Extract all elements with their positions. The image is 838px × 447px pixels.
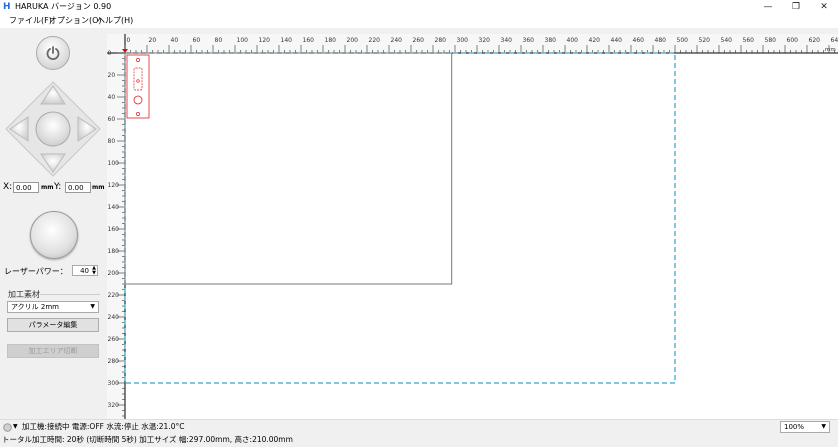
y-tick-label: 60	[108, 116, 116, 123]
maximize-button[interactable]: ❐	[782, 0, 810, 14]
y-tick-label: 220	[108, 292, 120, 299]
group-divider	[40, 294, 100, 295]
menu-options[interactable]: オプション(O)	[49, 16, 102, 26]
x-tick-label: 320	[479, 37, 491, 44]
y-tick-label: 260	[108, 336, 120, 343]
y-tick-label: 40	[108, 94, 116, 101]
chevron-down-icon: ▼	[90, 303, 95, 310]
canvas-area[interactable]: 0 20 40 60 80 100 120 140 160 180 200 220 240 260 280 3…	[107, 34, 838, 419]
app-icon: H	[3, 2, 11, 12]
window-title: HARUKA バージョン 0.90	[15, 2, 112, 11]
y-tick-label: 300	[108, 380, 120, 387]
y-tick-label: 100	[108, 160, 120, 167]
x-tick-label: 480	[655, 37, 667, 44]
x-tick-label: 160	[303, 37, 315, 44]
laser-power-stepper[interactable]: 40 ▲ ▼	[72, 265, 98, 276]
x-tick-label: 280	[435, 37, 447, 44]
chevron-down-icon[interactable]: ▼	[13, 423, 18, 430]
close-button[interactable]: ✕	[810, 0, 838, 14]
material-select[interactable]: アクリル 2mm ▼	[7, 301, 99, 313]
cut-area-button[interactable]: 加工エリア切断	[7, 344, 99, 358]
material-selected: アクリル 2mm	[11, 303, 59, 311]
work-canvas[interactable]: 0 20 40 60 80 100 120 140 160 180 200 220 240 260 280 3…	[107, 34, 838, 419]
machine-status: 加工機:接続中 電源:OFF 水流:停止 水温:21.0°C	[22, 422, 185, 431]
y-position-input[interactable]	[65, 182, 91, 193]
x-tick-label: 580	[765, 37, 777, 44]
menu-bar: ファイル(F) オプション(O) ヘルプ(H)	[0, 14, 838, 28]
ruler-unit: mm	[825, 47, 836, 53]
y-tick-label: 160	[108, 226, 120, 233]
y-tick-label: 180	[108, 248, 120, 255]
menu-help[interactable]: ヘルプ(H)	[97, 16, 133, 26]
status-bar: ▼ 加工機:接続中 電源:OFF 水流:停止 水温:21.0°C 100% ▼	[0, 419, 838, 433]
y-tick-label: 280	[108, 358, 120, 365]
y-tick-label: 120	[108, 182, 120, 189]
y-tick-label: 320	[108, 402, 120, 409]
status-bar-2: トータル加工時間: 20秒 (切断時間 5秒) 加工サイズ 幅:297.00mm…	[0, 433, 838, 447]
chevron-down-icon: ▼	[821, 423, 826, 430]
x-tick-label: 420	[589, 37, 601, 44]
laser-power-knob[interactable]	[30, 211, 78, 259]
y-unit: mm	[92, 184, 105, 191]
x-tick-label: 620	[809, 37, 821, 44]
job-summary: トータル加工時間: 20秒 (切断時間 5秒) 加工サイズ 幅:297.00mm…	[2, 435, 293, 444]
x-tick-label: 360	[523, 37, 535, 44]
x-tick-label: 20	[149, 37, 157, 44]
x-tick-label: 220	[369, 37, 381, 44]
laser-power-value: 40	[80, 267, 89, 275]
jog-pad	[5, 81, 101, 177]
param-edit-button[interactable]: パラメータ編集	[7, 318, 99, 332]
x-tick-label: 440	[611, 37, 623, 44]
x-tick-label: 400	[567, 37, 579, 44]
x-tick-label: 260	[413, 37, 425, 44]
y-tick-label: 140	[108, 204, 120, 211]
zoom-select[interactable]: 100% ▼	[780, 421, 830, 433]
laser-power-label: レーザーパワー：	[4, 267, 68, 276]
y-label: Y:	[54, 182, 62, 192]
x-tick-label: 80	[215, 37, 223, 44]
x-tick-label: 120	[259, 37, 271, 44]
x-tick-label: 200	[347, 37, 359, 44]
position-row: X: mm Y: mm	[3, 182, 107, 194]
x-tick-label: 640	[831, 37, 838, 44]
power-icon	[46, 46, 60, 60]
minimize-button[interactable]: —	[754, 0, 782, 14]
power-button[interactable]	[36, 36, 70, 70]
x-tick-label: 460	[633, 37, 645, 44]
x-tick-label: 60	[193, 37, 201, 44]
title-bar: H HARUKA バージョン 0.90 — ❐ ✕	[0, 0, 838, 14]
x-tick-label: 500	[677, 37, 689, 44]
x-position-input[interactable]	[13, 182, 39, 193]
x-unit: mm	[41, 184, 54, 191]
menu-file[interactable]: ファイル(F)	[9, 16, 52, 26]
x-tick-label: 40	[171, 37, 179, 44]
control-panel: X: mm Y: mm レーザーパワー： 40 ▲▼ 加工素材 アクリル 2mm…	[0, 28, 107, 419]
x-tick-label: 240	[391, 37, 403, 44]
x-tick-label: 600	[787, 37, 799, 44]
x-tick-label: 300	[457, 37, 469, 44]
stepper-arrows-icon[interactable]: ▲ ▼	[92, 266, 96, 276]
y-tick-label: 80	[108, 138, 116, 145]
x-tick-label: 140	[281, 37, 293, 44]
x-tick-label: 180	[325, 37, 337, 44]
x-tick-label: 540	[721, 37, 733, 44]
jog-home-button[interactable]	[35, 111, 71, 147]
y-tick-label: 0	[108, 50, 112, 57]
x-tick-label: 340	[501, 37, 513, 44]
x-tick-label: 520	[699, 37, 711, 44]
x-tick-label: 0	[127, 37, 131, 44]
y-tick-label: 20	[108, 72, 116, 79]
material-group-label: 加工素材	[8, 290, 40, 299]
y-tick-label: 200	[108, 270, 120, 277]
circle-icon	[3, 423, 12, 432]
x-tick-label: 380	[545, 37, 557, 44]
zoom-value: 100%	[784, 423, 805, 431]
y-tick-label: 240	[108, 314, 120, 321]
x-tick-label: 560	[743, 37, 755, 44]
x-label: X:	[3, 182, 13, 192]
x-tick-label: 100	[237, 37, 249, 44]
